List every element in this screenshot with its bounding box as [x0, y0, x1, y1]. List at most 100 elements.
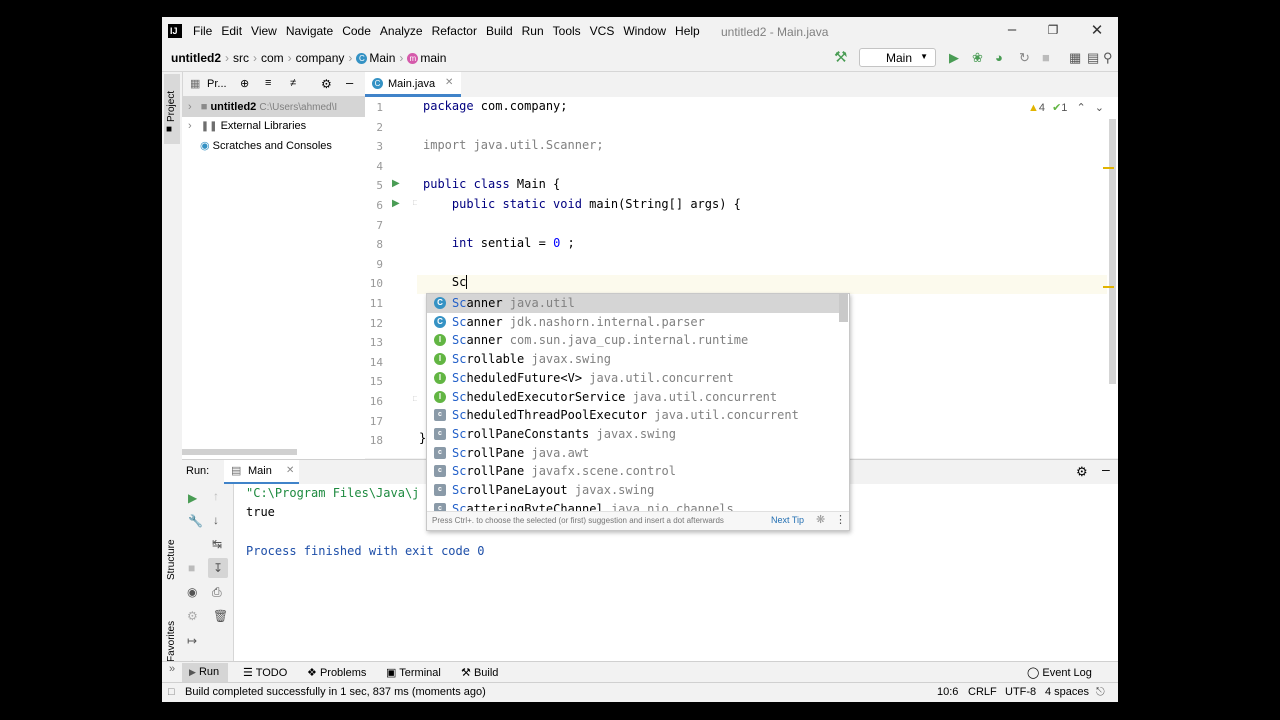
scroll-to-end-icon[interactable]: ↧: [213, 561, 223, 575]
terminal-tool-button[interactable]: ▣ Terminal: [386, 666, 441, 679]
collapse-all-icon[interactable]: ≠: [290, 77, 296, 89]
editor-scrollbar[interactable]: [1103, 97, 1118, 458]
menu-view[interactable]: View: [251, 24, 277, 38]
up-arrow-icon[interactable]: ↑: [213, 489, 219, 503]
gear-icon[interactable]: ⚙: [1076, 464, 1088, 480]
prev-highlight-icon[interactable]: ⌃: [1076, 102, 1085, 114]
menu-help[interactable]: Help: [675, 24, 700, 38]
completion-item[interactable]: C Scanner jdk.nashorn.internal.parser: [427, 313, 839, 332]
run-gutter-icon[interactable]: ▶: [392, 198, 400, 209]
run-gutter-icon[interactable]: ▶: [392, 178, 400, 189]
tab-main-java[interactable]: C Main.java ✕: [365, 72, 461, 97]
completion-item[interactable]: c ScrollPaneConstants javax.swing: [427, 425, 839, 444]
project-panel-title[interactable]: Pr...: [207, 78, 227, 90]
menu-navigate[interactable]: Navigate: [286, 24, 333, 38]
completion-item[interactable]: I ScheduledExecutorService java.util.conc…: [427, 388, 839, 407]
file-encoding[interactable]: UTF-8: [1005, 686, 1036, 698]
close-tab-icon[interactable]: ✕: [286, 465, 294, 476]
search-icon[interactable]: ⚲: [1103, 50, 1113, 66]
line-separator[interactable]: CRLF: [968, 686, 997, 698]
tree-item-untitled2[interactable]: › ■ untitled2 C:\Users\ahmed\I: [188, 101, 337, 113]
more-run-icon[interactable]: ↻: [1019, 50, 1030, 66]
problems-tool-button[interactable]: ❖ Problems: [307, 666, 366, 679]
project-view-icon: ▦: [190, 78, 201, 90]
more-options-icon[interactable]: ⋮: [835, 513, 846, 526]
hide-panel-icon[interactable]: –: [1102, 461, 1110, 477]
menu-build[interactable]: Build: [486, 24, 513, 38]
next-tip-link[interactable]: Next Tip: [771, 515, 804, 525]
scrollbar-thumb[interactable]: [1109, 119, 1116, 384]
breadcrumb-class[interactable]: Main: [369, 51, 395, 65]
run-tool-button[interactable]: ▶ Run: [189, 666, 219, 678]
rerun-icon[interactable]: ▶: [188, 491, 197, 505]
completion-item[interactable]: c ScheduledThreadPoolExecutor java.util.c…: [427, 406, 839, 425]
minimize-icon[interactable]: –: [992, 21, 1032, 38]
lock-icon[interactable]: ⎋: [1096, 686, 1105, 699]
breadcrumb-com[interactable]: com: [261, 51, 284, 65]
indent-setting[interactable]: 4 spaces: [1045, 686, 1089, 698]
menu-refactor[interactable]: Refactor: [432, 24, 477, 38]
menu-tools[interactable]: Tools: [553, 24, 581, 38]
menu-analyze[interactable]: Analyze: [380, 24, 423, 38]
locate-icon[interactable]: ⊕: [240, 77, 249, 90]
soft-wrap-icon[interactable]: ↹: [212, 537, 222, 551]
completion-item[interactable]: c ScrollPane javafx.scene.control: [427, 462, 839, 481]
breadcrumb-method[interactable]: main: [420, 51, 446, 65]
stop-icon[interactable]: ■: [188, 561, 195, 575]
wrench-icon[interactable]: 🔧: [188, 514, 203, 528]
menu-window[interactable]: Window: [623, 24, 666, 38]
status-message[interactable]: Build completed successfully in 1 sec, 8…: [185, 686, 486, 698]
build-hammer-icon[interactable]: ⚒: [834, 48, 847, 66]
stop-icon[interactable]: ■: [1042, 50, 1050, 65]
match-highlight: Sc: [452, 333, 467, 348]
menu-code[interactable]: Code: [342, 24, 371, 38]
completion-item[interactable]: I Scrollable javax.swing: [427, 350, 839, 369]
tree-item-scratches[interactable]: ◉ Scratches and Consoles: [200, 139, 332, 152]
coverage-icon[interactable]: ◕: [995, 50, 1003, 65]
gear-icon[interactable]: ⚙: [321, 77, 332, 91]
completion-item[interactable]: c ScrollPaneLayout javax.swing: [427, 481, 839, 500]
menu-run[interactable]: Run: [522, 24, 544, 38]
caret-position[interactable]: 10:6: [937, 686, 958, 698]
completion-item[interactable]: C Scanner java.util: [427, 294, 839, 313]
close-tab-icon[interactable]: ✕: [445, 77, 453, 88]
camera-icon[interactable]: ◉: [187, 585, 197, 599]
completion-item[interactable]: I Scanner com.sun.java_cup.internal.runti…: [427, 331, 839, 350]
expand-all-icon[interactable]: ≡: [265, 77, 271, 89]
completion-item[interactable]: I ScheduledFuture<V> java.util.concurrent: [427, 369, 839, 388]
menu-file[interactable]: File: [193, 24, 212, 38]
todo-tool-button[interactable]: ☰ TODO: [243, 666, 287, 679]
horizontal-scrollbar[interactable]: [182, 449, 297, 455]
tree-item-external-libraries[interactable]: › ❚❚ External Libraries: [188, 120, 306, 132]
menu-vcs[interactable]: VCS: [590, 24, 615, 38]
status-checkbox-icon[interactable]: □: [168, 686, 175, 698]
popup-scrollbar-thumb[interactable]: [839, 294, 848, 322]
hide-panel-icon[interactable]: –: [346, 75, 353, 90]
breadcrumb-src[interactable]: src: [233, 51, 249, 65]
run-anything-icon[interactable]: ▤: [1087, 50, 1099, 66]
next-highlight-icon[interactable]: ⌄: [1095, 102, 1104, 114]
debug-bug-icon[interactable]: ❀: [972, 50, 983, 66]
inspection-widget[interactable]: ▲4 ✔1 ⌃ ⌄: [1028, 101, 1104, 114]
run-tab-main[interactable]: ▤ Main ✕: [224, 460, 299, 484]
settings-icon[interactable]: ⚙: [187, 609, 198, 623]
build-tool-button[interactable]: ⚒ Build: [461, 666, 498, 679]
structure-side-tab[interactable]: Structure: [166, 539, 177, 580]
print-icon[interactable]: ⎙: [212, 585, 222, 600]
event-log-button[interactable]: ◯ Event Log: [1027, 666, 1092, 679]
favorites-side-tab[interactable]: Favorites: [166, 621, 177, 662]
project-structure-icon[interactable]: ▦: [1069, 50, 1081, 66]
breadcrumb-project[interactable]: untitled2: [171, 51, 221, 65]
run-icon[interactable]: ▶: [949, 50, 959, 66]
run-config-select[interactable]: Main ▼: [859, 48, 936, 67]
completion-item[interactable]: c ScrollPane java.awt: [427, 444, 839, 463]
down-arrow-icon[interactable]: ↓: [213, 513, 219, 527]
restore-icon[interactable]: ❐: [1033, 23, 1073, 37]
close-icon[interactable]: ✕: [1077, 21, 1117, 39]
menu-edit[interactable]: Edit: [221, 24, 242, 38]
login-icon[interactable]: ↦: [187, 634, 197, 648]
run-config-label: Main: [886, 51, 913, 65]
breadcrumb-company[interactable]: company: [296, 51, 345, 65]
more-tool-windows-icon[interactable]: »: [162, 663, 182, 682]
trash-icon[interactable]: 🗑: [213, 609, 228, 623]
